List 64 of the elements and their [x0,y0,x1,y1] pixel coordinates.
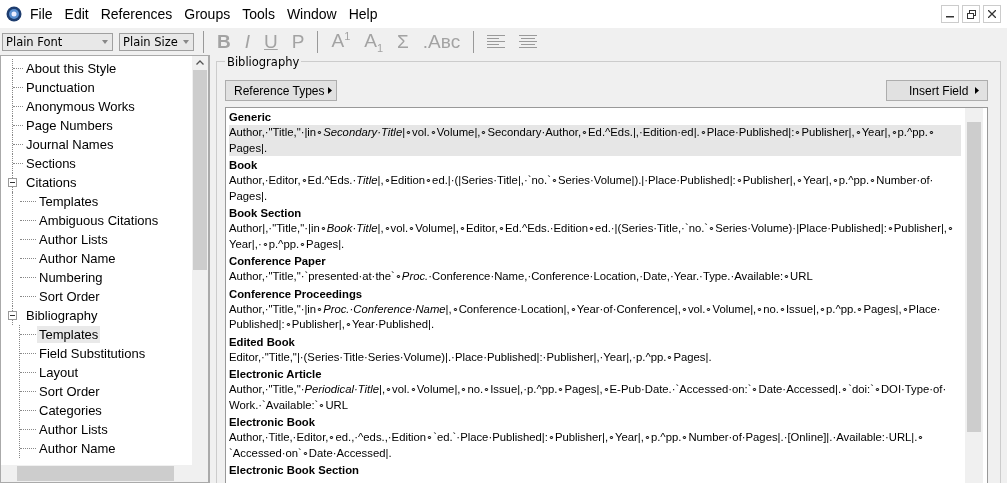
template-text[interactable]: Author,·"Title,"·`presented·at·the`∘Proc.·Conference·Name,·Conference·Location,·Date,·Year.·Type.·Available:∘URL [229,269,961,285]
horizontal-scrollbar[interactable] [1,465,208,482]
app-logo-icon [6,6,22,22]
tree-item[interactable]: Ambiguous Citations [37,212,161,229]
template-text[interactable]: Editor,·"Title,"|·(Series·Title·Series·Volume)|.·Place·Published|:·Publisher|,·Year|,·p.^pp.∘Pages|. [229,349,961,365]
template-text[interactable]: Author,·Editor,∘Ed.^Eds.·Title|,∘Edition∘ed.|·(|Series·Title|,·`no.`∘Series·Volume|).|·Place·Published|:∘Publisher|,∘Year|,∘p.^pp.∘Number·of·Pages|. [229,173,961,204]
template-text[interactable]: Author|,·"Title,"·|in∘Book·Title|,∘vol.∘Volume|,∘Editor,∘Ed.^Eds.·Edition∘ed.·|(Series·Title,·`no.`∘Series·Volume)·|Place·Published|:∘Publisher|,∘Year|,·∘p.^pp.∘Pages|. [229,221,961,252]
close-icon [988,10,996,18]
reference-type-heading: Conference Proceedings [229,286,364,302]
reference-type-heading: Generic [229,110,273,125]
template-text[interactable]: Author,·"Title,"·Periodical·Title|,∘vol.∘Volume|,∘no.∘Issue|,·p.^pp.∘Pages|,∘E-Pub·Date.·`Accessed·on:`∘Date·Accessed|.∘`doi:`∘DOI·Type·of·Work.·`Available:`∘URL [229,382,961,413]
tree-item[interactable]: Author Name [37,440,118,457]
menu-item[interactable]: Window [286,6,337,22]
tree-item[interactable]: Templates [37,326,101,343]
restore-button[interactable] [962,5,980,23]
tree-item[interactable]: Sort Order [37,383,102,400]
reference-type-heading: Conference Paper [229,254,327,269]
tree-item[interactable]: Author Lists [37,421,110,438]
template-text[interactable]: Author,·"Title,"·|in∘Proc.·Conference·Name|,∘Conference·Location|,∘Year·of·Conference|,∘vol.∘Volume|,∘no.∘Issue|,∘p.^pp.∘Pages|,∘Place·Published|:∘Publisher|,∘Year·Published|. [229,301,961,333]
tree-item[interactable]: Citations [24,174,79,191]
font-dropdown[interactable]: Plain Font [2,32,113,51]
tree-item[interactable]: Sort Order [37,288,102,305]
tree-item[interactable]: Journal Names [24,136,116,153]
tree-item[interactable]: Numbering [37,269,105,286]
insert-field-button[interactable]: Insert Field [886,80,988,101]
scroll-up-icon[interactable] [196,60,204,65]
menu-item[interactable]: Help [348,6,378,22]
caret-icon [975,87,979,94]
tree-item[interactable]: Bibliography [24,307,100,324]
menu-item[interactable]: File [30,6,53,22]
template-text[interactable]: Author,·Title,·Editor,∘ed.,·^eds.,·Edition∘`ed.`·Place·Published|:∘Publisher|,∘Year|,∘p.^pp.∘Number·of·Pages|.·[Online]|.·Available:·URL|.∘`Accessed·on`∘Date·Accessed|. [229,430,961,461]
reference-type-heading: Book Section [229,206,303,221]
tree-item[interactable]: Punctuation [24,79,97,96]
scrollbar[interactable] [192,56,208,465]
menu-item[interactable]: Groups [184,6,231,22]
scrollbar[interactable] [965,108,983,483]
template-text[interactable]: Author,·"Title,"·|in∘Secondary·Title|∘vol.∘Volume|,∘Secondary·Author,∘Ed.^Eds.|,·Edition·ed|.∘Place·Published|:∘Publisher|,∘Year|,∘p.^pp.∘Pages|. [229,125,961,156]
reference-type-heading: Book [229,158,259,173]
collapse-icon[interactable] [8,311,18,320]
reference-type-heading: Electronic Book [229,415,316,430]
tree-item[interactable]: About this Style [24,60,119,77]
reference-type-heading: Electronic Article [229,367,323,382]
tree-item[interactable]: Author Lists [37,231,110,248]
reference-type-heading: Edited Book [229,334,296,350]
tree-item[interactable]: Layout [37,364,81,381]
group-title: Bibliography [225,55,302,69]
tree-item[interactable]: Anonymous Works [24,98,137,115]
menu-item[interactable]: Edit [64,6,89,22]
reference-types-button[interactable]: Reference Types [225,80,337,101]
menu-item[interactable]: Tools [242,6,275,22]
tree-item[interactable]: Page Numbers [24,117,115,134]
collapse-icon[interactable] [8,178,18,187]
reference-type-heading[interactable]: Electronic Book Section [229,463,961,478]
tree-item[interactable]: Templates [37,193,101,210]
tree-item[interactable]: Field Substitutions [37,345,148,362]
close-button[interactable] [983,5,1001,23]
tree-item[interactable]: Sections [24,155,78,172]
tree-item[interactable]: Categories [37,402,104,419]
size-dropdown[interactable]: Plain Size [119,32,194,51]
tree-item[interactable]: Author Name [37,250,118,267]
caret-icon [327,87,332,94]
menu-item[interactable]: References [100,6,173,22]
restore-icon [966,9,976,19]
minimize-button[interactable] [941,5,959,23]
